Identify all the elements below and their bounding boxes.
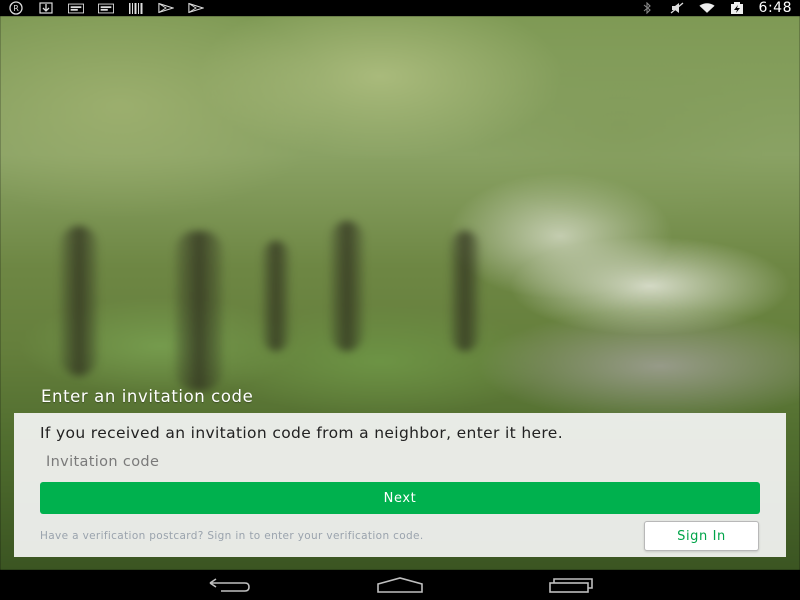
postcard-hint-text: Have a verification postcard? Sign in to… — [40, 530, 424, 542]
navigation-bar — [0, 570, 800, 600]
status-left-icons: R — [8, 1, 204, 15]
status-right-icons: 6:48 — [639, 0, 792, 16]
notification-card-icon — [68, 3, 84, 14]
download-icon — [38, 2, 54, 14]
app-screen: R 6:48 Enter an invitation code If you r… — [0, 0, 800, 600]
invitation-card: If you received an invitation code from … — [14, 413, 786, 557]
svg-text:R: R — [13, 4, 19, 13]
wifi-icon — [698, 2, 715, 14]
mute-icon — [669, 2, 685, 14]
bluetooth-icon — [639, 2, 655, 14]
invitation-description: If you received an invitation code from … — [40, 424, 563, 442]
invitation-code-input[interactable] — [42, 451, 750, 473]
registered-icon: R — [8, 1, 24, 15]
page-title: Enter an invitation code — [41, 387, 254, 406]
next-button[interactable]: Next — [40, 482, 760, 514]
status-clock: 6:48 — [758, 0, 792, 16]
sign-in-button[interactable]: Sign In — [644, 521, 759, 551]
notification-card-icon — [98, 3, 114, 14]
battery-charging-icon — [729, 1, 745, 14]
back-icon[interactable] — [199, 574, 259, 596]
status-bar: R 6:48 — [0, 0, 800, 16]
home-icon[interactable] — [370, 574, 430, 596]
recents-icon[interactable] — [541, 574, 601, 596]
play-store-icon — [158, 2, 174, 14]
barcode-icon — [128, 2, 144, 14]
play-store-icon — [188, 2, 204, 14]
